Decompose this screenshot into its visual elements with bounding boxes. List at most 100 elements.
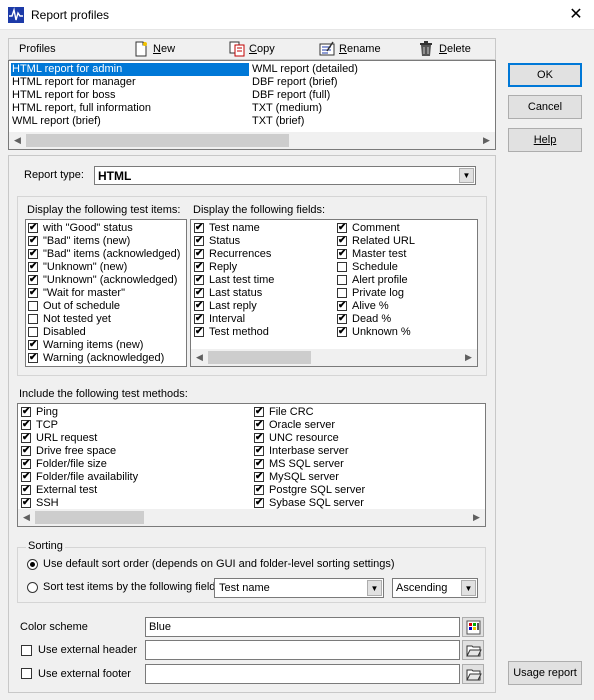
checkbox[interactable]: ✔: [194, 314, 204, 324]
checkbox[interactable]: [337, 288, 347, 298]
profile-item[interactable]: HTML report, full information: [11, 102, 152, 115]
scroll-thumb[interactable]: [26, 134, 289, 147]
checkbox[interactable]: ✔: [254, 498, 264, 508]
color-scheme-browse-button[interactable]: [462, 617, 484, 637]
external-header-browse-button[interactable]: [462, 640, 484, 660]
checkbox[interactable]: ✔: [28, 236, 38, 246]
external-footer-checkbox[interactable]: [21, 668, 32, 679]
checkbox[interactable]: [28, 314, 38, 324]
test-item-label: Disabled: [43, 326, 86, 338]
close-window-button[interactable]: ✕: [563, 4, 589, 26]
checkbox[interactable]: ✔: [21, 459, 31, 469]
checkbox[interactable]: ✔: [337, 314, 347, 324]
checkbox[interactable]: ✔: [254, 459, 264, 469]
cancel-button[interactable]: Cancel: [508, 95, 582, 119]
sort-field-select[interactable]: Test name ▼: [214, 578, 384, 598]
checkbox[interactable]: ✔: [28, 288, 38, 298]
checkbox[interactable]: ✔: [194, 288, 204, 298]
usage-report-button[interactable]: Usage report: [508, 661, 582, 685]
ok-button[interactable]: OK: [508, 63, 582, 87]
profile-item[interactable]: HTML report for manager: [11, 76, 137, 89]
checkbox[interactable]: ✔: [21, 407, 31, 417]
checkbox[interactable]: ✔: [28, 223, 38, 233]
checkbox[interactable]: ✔: [21, 420, 31, 430]
profiles-list[interactable]: HTML report for admin HTML report for man…: [8, 60, 496, 150]
scroll-left-arrow[interactable]: ◀: [18, 509, 35, 526]
checkbox[interactable]: ✔: [194, 249, 204, 259]
sort-order-select[interactable]: Ascending ▼: [392, 578, 478, 598]
checkbox[interactable]: ✔: [254, 485, 264, 495]
scroll-thumb[interactable]: [35, 511, 144, 524]
scroll-left-arrow[interactable]: ◀: [9, 132, 26, 149]
checkbox[interactable]: ✔: [28, 275, 38, 285]
checkbox[interactable]: ✔: [194, 301, 204, 311]
external-footer-field[interactable]: [145, 664, 460, 684]
checkbox[interactable]: [28, 327, 38, 337]
delete-profile-button[interactable]: Delete: [419, 41, 484, 59]
fields-horizontal-scrollbar[interactable]: ◀ ▶: [191, 349, 477, 366]
checkbox[interactable]: ✔: [194, 275, 204, 285]
external-header-checkbox[interactable]: [21, 645, 32, 656]
help-button[interactable]: Help: [508, 128, 582, 152]
checkbox[interactable]: ✔: [337, 249, 347, 259]
default-sort-radio[interactable]: [27, 559, 38, 570]
external-header-field[interactable]: [145, 640, 460, 660]
field-sort-radio[interactable]: [27, 582, 38, 593]
checkbox[interactable]: ✔: [21, 433, 31, 443]
profile-item[interactable]: HTML report for boss: [11, 89, 117, 102]
checkbox[interactable]: ✔: [21, 446, 31, 456]
checkbox[interactable]: ✔: [337, 301, 347, 311]
profile-item[interactable]: DBF report (full): [251, 89, 331, 102]
report-type-select[interactable]: HTML ▼: [94, 166, 476, 185]
checkbox[interactable]: ✔: [254, 446, 264, 456]
profile-item[interactable]: TXT (brief): [251, 115, 305, 128]
checkbox[interactable]: ✔: [194, 236, 204, 246]
checkbox[interactable]: [28, 301, 38, 311]
fields-list[interactable]: ✔ Test name ✔ Status ✔ Recurrences ✔ Reply ✔ Last…: [190, 219, 478, 367]
checkbox[interactable]: ✔: [254, 407, 264, 417]
checkbox[interactable]: ✔: [194, 327, 204, 337]
profile-item[interactable]: WML report (detailed): [251, 63, 359, 76]
methods-horizontal-scrollbar[interactable]: ◀ ▶: [18, 509, 485, 526]
method-label: Folder/file size: [36, 458, 107, 470]
rename-profile-button[interactable]: Rename: [319, 41, 394, 59]
copy-profile-button[interactable]: Copy: [229, 41, 289, 59]
scroll-thumb[interactable]: [208, 351, 311, 364]
method-label: Drive free space: [36, 445, 117, 457]
new-profile-button[interactable]: New: [134, 41, 194, 59]
scroll-left-arrow[interactable]: ◀: [191, 349, 208, 366]
checkbox[interactable]: ✔: [254, 472, 264, 482]
chevron-down-icon[interactable]: ▼: [461, 580, 476, 596]
checkbox[interactable]: ✔: [21, 498, 31, 508]
report-type-value: HTML: [98, 169, 132, 183]
profile-item[interactable]: WML report (brief): [11, 115, 102, 128]
color-scheme-field[interactable]: Blue: [145, 617, 460, 637]
scroll-right-arrow[interactable]: ▶: [460, 349, 477, 366]
checkbox[interactable]: ✔: [28, 249, 38, 259]
profile-item[interactable]: TXT (medium): [251, 102, 323, 115]
profiles-horizontal-scrollbar[interactable]: ◀ ▶: [9, 132, 495, 149]
profile-item[interactable]: DBF report (brief): [251, 76, 339, 89]
chevron-down-icon[interactable]: ▼: [367, 580, 382, 596]
checkbox[interactable]: ✔: [337, 236, 347, 246]
checkbox[interactable]: ✔: [254, 433, 264, 443]
checkbox[interactable]: ✔: [337, 223, 347, 233]
checkbox[interactable]: ✔: [28, 262, 38, 272]
checkbox[interactable]: ✔: [28, 353, 38, 363]
checkbox[interactable]: ✔: [194, 223, 204, 233]
checkbox[interactable]: ✔: [254, 420, 264, 430]
scroll-right-arrow[interactable]: ▶: [468, 509, 485, 526]
checkbox[interactable]: ✔: [28, 340, 38, 350]
checkbox[interactable]: [337, 262, 347, 272]
test-items-list[interactable]: ✔ with "Good" status ✔ "Bad" items (new) ✔ "B…: [25, 219, 187, 367]
scroll-right-arrow[interactable]: ▶: [478, 132, 495, 149]
checkbox[interactable]: ✔: [194, 262, 204, 272]
checkbox[interactable]: ✔: [21, 485, 31, 495]
chevron-down-icon[interactable]: ▼: [459, 168, 474, 183]
methods-list[interactable]: ✔ Ping ✔ TCP ✔ URL request ✔ Drive free space ✔ F…: [17, 403, 486, 527]
profile-item[interactable]: HTML report for admin: [11, 63, 249, 76]
external-footer-browse-button[interactable]: [462, 664, 484, 684]
checkbox[interactable]: ✔: [337, 327, 347, 337]
checkbox[interactable]: ✔: [21, 472, 31, 482]
checkbox[interactable]: [337, 275, 347, 285]
